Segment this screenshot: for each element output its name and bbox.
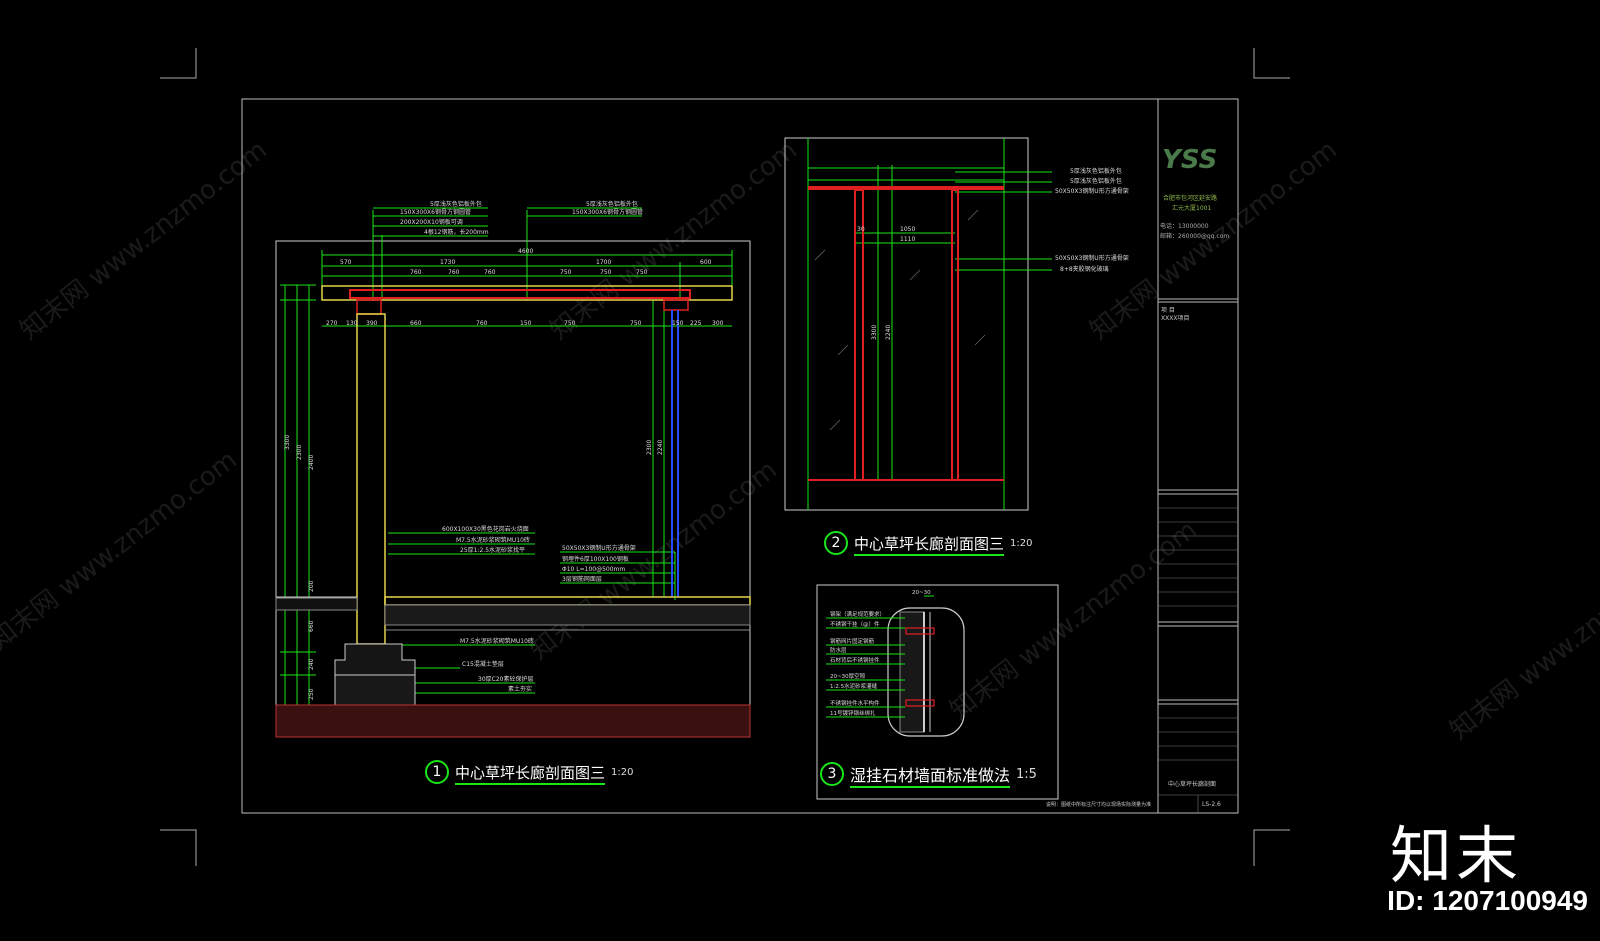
dim-seg-c: 1700 [596, 259, 611, 266]
note-mid2-3: 3层钢筋网面层 [562, 575, 602, 583]
dim-s2: 760 [448, 269, 460, 276]
note-mid-0: 600X100X30黑色花岗岩火烧面 [442, 525, 529, 533]
dim-v6: 240 [308, 658, 315, 670]
section-2-scale: 1:20 [1010, 537, 1033, 549]
note-s3-5: 20~30厚空隙 [830, 672, 866, 680]
note-s3-7: 不锈钢挂件水平构件 [830, 699, 880, 707]
dim-b10: 225 [690, 320, 702, 327]
note-mid2-2: Φ10 L=100@500mm [562, 566, 625, 573]
note-s2-2: 50X50X3钢制U形方通骨架 [1055, 187, 1129, 195]
title-block: YSS 合肥市包河区延安路 汇元大厦1001 电话：13000000 邮箱：26… [1046, 98, 1239, 814]
dim-b3: 390 [366, 320, 378, 327]
section-2-title: 2 中心草坪长廊剖面图三 1:20 [824, 531, 1033, 556]
note-tr-0: 5厚浅灰色铝板外包 [586, 200, 638, 208]
dim-v2: 2300 [296, 445, 303, 460]
section-3-title-text: 湿挂石材墙面标准做法 [850, 766, 1011, 788]
tb-footer-note: 说明：图纸中所标注尺寸均以现场实际测量为准 [1046, 801, 1151, 808]
tb-project-label: 项 目 [1161, 307, 1175, 314]
company-logo: YSS [1162, 145, 1217, 175]
tb-project-value: XXXX项目 [1161, 315, 1189, 322]
note-mid2-1: 钢埋件6厚100X100钢板 [562, 555, 629, 563]
note-tl-0: 5厚浅灰色铝板外包 [430, 200, 482, 208]
note-s3-8: 11号镀锌钢丝绑扎 [830, 709, 876, 717]
dim-v4: 200 [308, 580, 315, 592]
note-b-0: M7.5水泥砂浆砌筑MU10砖 [460, 637, 534, 645]
note-s3-0: 钢架（满足规范要求） [830, 610, 885, 618]
image-id: ID: 1207100949 [1387, 885, 1588, 916]
dim-b4: 660 [410, 320, 422, 327]
dim-v5: 660 [308, 620, 315, 632]
section-1-title: 1 中心草坪长廊剖面图三 1:20 [425, 760, 634, 785]
brand-logo-text: 知末 [1389, 819, 1522, 892]
dim-r1: 2300 [646, 440, 653, 455]
dim-v3: 2400 [308, 455, 315, 470]
dim-d2-a: 1050 [900, 226, 915, 233]
section-3-number: 3 [820, 762, 844, 786]
dim-seg-b: 1730 [440, 259, 455, 266]
dim-d2-b: 1110 [900, 236, 915, 243]
dim-s4: 750 [560, 269, 572, 276]
dim-seg-d: 600 [700, 259, 712, 266]
section-3-scale: 1:5 [1016, 766, 1037, 782]
tb-sheet-no: LS-2.6 [1202, 801, 1221, 808]
tb-phone: 电话：13000000 [1160, 222, 1209, 230]
note-b-2: 30厚C20素砼保护层 [478, 675, 533, 683]
note-s3-4: 石材背后不锈钢挂件 [830, 656, 880, 664]
tb-email: 邮箱：260000@qq.com [1160, 232, 1229, 240]
dim-d2-c: 3300 [871, 325, 878, 340]
section-2-number: 2 [824, 531, 848, 555]
note-mid-1: M7.5水泥砂浆砌筑MU10砖 [456, 536, 530, 544]
tb-company: 合肥市包河区延安路 [1163, 194, 1217, 202]
note-mid-2: 25厚1:2.5水泥砂浆找平 [460, 546, 525, 554]
section-2-title-text: 中心草坪长廊剖面图三 [854, 534, 1005, 556]
dim-v7: 250 [308, 688, 315, 700]
note-mid2-0: 50X50X3钢制U形方通骨架 [562, 544, 636, 552]
note-s3-6: 1:2.5水泥砂浆灌缝 [830, 682, 878, 690]
note-s2-3: 50X50X3钢制U形方通骨架 [1055, 254, 1129, 262]
dim-d3-a: 20~30 [912, 590, 931, 596]
dim-s5: 750 [600, 269, 612, 276]
note-tl-3: 4根12钢筋，长200mm [424, 228, 489, 236]
note-b-1: C15混凝土垫层 [462, 660, 504, 668]
dim-b5: 760 [476, 320, 488, 327]
dim-b11: 300 [712, 320, 724, 327]
dim-seg-a: 570 [340, 259, 352, 266]
section-2: 1050 1110 3300 2240 30 5厚浅灰色铝板外包 5厚浅灰色铝板… [784, 137, 1129, 511]
dim-b1: 270 [326, 320, 338, 327]
note-tl-1: 150X300X6钢骨方钢圆管 [400, 208, 471, 216]
dim-b6: 150 [520, 320, 532, 327]
note-s3-2: 钢筋网片固定钢筋 [830, 637, 875, 645]
dim-b9: 150 [672, 320, 684, 327]
dim-s6: 750 [636, 269, 648, 276]
note-tl-2: 200X200X10钢板可调 [400, 218, 463, 226]
note-s3-1: 不锈钢干挂（@）件 [830, 620, 880, 628]
tb-sheet-name: 中心草坪长廊剖面 [1168, 780, 1216, 788]
section-1: 4600 570 1730 1700 600 760 760 760 750 7… [275, 200, 751, 738]
note-s2-1: 5厚浅灰色铝板外包 [1070, 177, 1122, 185]
section-1-title-text: 中心草坪长廊剖面图三 [455, 763, 606, 785]
note-s2-4: 8+8夹胶钢化玻璃 [1060, 265, 1109, 273]
dim-r2: 2240 [657, 440, 664, 455]
dim-d2-e: 30 [857, 226, 865, 233]
dim-b2: 130 [346, 320, 358, 327]
section-1-scale: 1:20 [611, 766, 634, 778]
note-tr-1: 150X300X6钢骨方钢圆管 [572, 208, 643, 216]
section-1-number: 1 [425, 760, 449, 784]
dim-s1: 760 [410, 269, 422, 276]
dim-s3: 760 [484, 269, 496, 276]
dim-v1: 3300 [284, 435, 291, 450]
cad-drawing: 4600 570 1730 1700 600 760 760 760 750 7… [160, 48, 1290, 866]
section-3-title: 3 湿挂石材墙面标准做法 1:5 [820, 762, 1037, 788]
dim-total: 4600 [518, 248, 533, 255]
dim-b8: 750 [630, 320, 642, 327]
note-s2-0: 5厚浅灰色铝板外包 [1070, 167, 1122, 175]
tb-company2: 汇元大厦1001 [1172, 204, 1211, 212]
dim-b7: 750 [564, 320, 576, 327]
note-s3-3: 防水层 [830, 646, 847, 654]
dim-d2-d: 2240 [885, 325, 892, 340]
note-b-3: 素土夯实 [508, 685, 532, 693]
